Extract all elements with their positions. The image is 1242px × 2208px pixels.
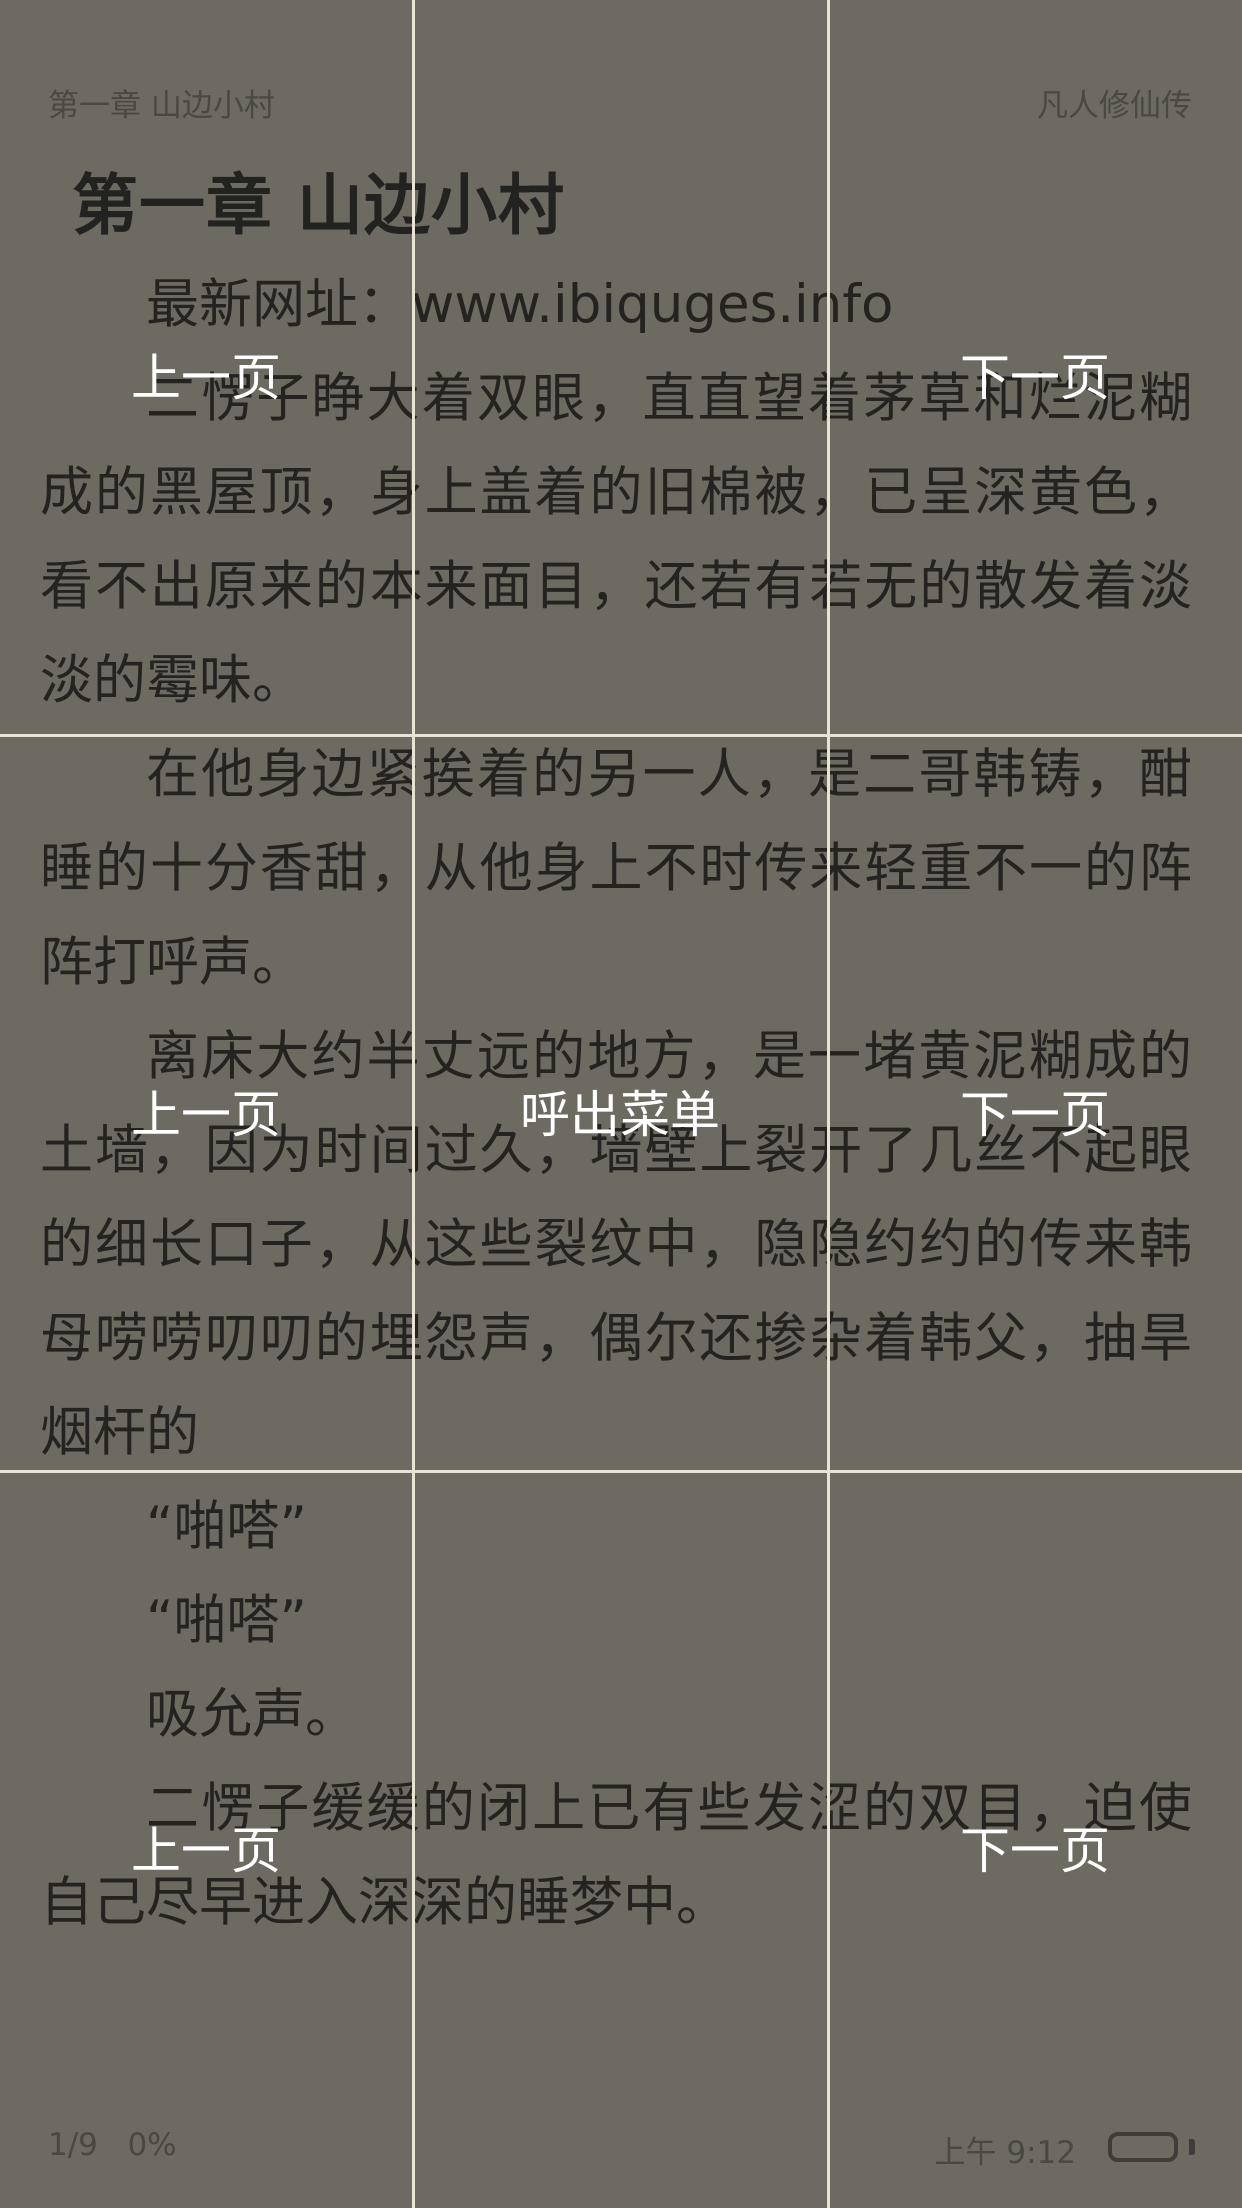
reading-progress: 0% <box>127 2127 177 2163</box>
page-counter: 1/9 <box>48 2127 98 2163</box>
prev-page-zone-bottom[interactable]: 上一页 <box>131 1811 281 1883</box>
prev-page-zone-middle[interactable]: 上一页 <box>131 1075 281 1147</box>
header-book-name: 凡人修仙传 <box>1037 88 1192 124</box>
clock: 上午 9:12 <box>934 2135 1076 2171</box>
prev-page-zone-top[interactable]: 上一页 <box>131 338 281 410</box>
battery-tip-icon <box>1189 2139 1195 2155</box>
next-page-zone-middle[interactable]: 下一页 <box>960 1075 1110 1147</box>
chapter-title: 第一章 山边小村 <box>72 167 565 244</box>
paragraph: 在他身边紧挨着的另一人，是二哥韩铸，酣睡的十分香甜，从他身上不时传来轻重不一的阵… <box>40 744 1192 993</box>
next-page-zone-bottom[interactable]: 下一页 <box>960 1811 1110 1883</box>
tap-grid-divider <box>0 1470 1242 1473</box>
tap-grid-divider <box>0 734 1242 737</box>
tap-grid-divider <box>827 0 830 2208</box>
tap-grid-divider <box>412 0 415 2208</box>
battery-icon <box>1108 2132 1178 2162</box>
header-chapter-name: 第一章 山边小村 <box>48 88 275 124</box>
next-page-zone-top[interactable]: 下一页 <box>960 338 1110 410</box>
paragraph: “啪嗒” <box>146 1590 307 1651</box>
menu-zone[interactable]: 呼出菜单 <box>520 1075 720 1147</box>
paragraph: 吸允声。 <box>146 1684 358 1745</box>
footer-page-info: 1/9 0% <box>48 2127 177 2163</box>
paragraph: “啪嗒” <box>146 1496 307 1557</box>
